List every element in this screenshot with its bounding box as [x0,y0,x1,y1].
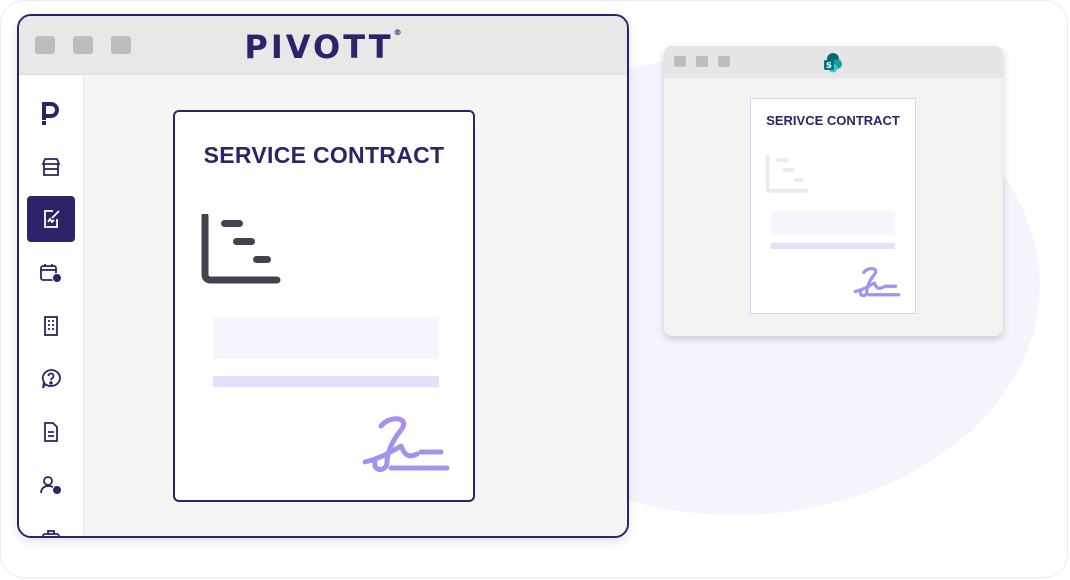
calendar-clock-icon [40,264,62,283]
title-bar: S [664,46,1003,78]
sidebar-item-contracts[interactable] [27,196,75,242]
window-control[interactable] [674,56,686,67]
gantt-chart-icon [765,155,809,193]
text-placeholder-line [771,243,895,249]
gantt-chart-icon [201,214,281,284]
pivott-logo-icon [42,102,59,125]
sharepoint-icon[interactable]: S [822,52,844,74]
sidebar-item-help[interactable] [27,356,75,402]
text-placeholder-line [213,376,439,387]
document-title: SERIVCE CONTRACT [766,113,900,128]
signature-icon [853,267,901,298]
contract-document[interactable]: SERVICE CONTRACT [173,110,475,502]
sidebar-item-documents[interactable] [27,409,75,455]
document-sign-icon [44,210,60,228]
window-control[interactable] [718,56,730,67]
contract-document-preview[interactable]: SERIVCE CONTRACT [750,98,916,314]
text-placeholder-block [771,211,895,235]
document-lines-icon [44,422,58,442]
sidebar-item-portfolio[interactable] [27,515,75,536]
sidebar-item-home[interactable] [27,91,75,137]
sidebar [19,75,84,536]
sidebar-item-calendar[interactable] [27,250,75,296]
help-bubble-icon [41,369,61,389]
document-title: SERVICE CONTRACT [203,142,445,168]
text-placeholder-block [213,317,439,359]
signature-icon [362,416,450,472]
user-clock-icon [40,476,62,495]
main-window: PIVOTT® SERVICE CONTRACT [17,14,629,538]
sidebar-item-store[interactable] [27,144,75,190]
window-control[interactable] [696,56,708,67]
briefcase-icon [42,530,60,536]
secondary-window: S SERIVCE CONTRACT [664,46,1003,336]
sidebar-item-buildings[interactable] [27,303,75,349]
storefront-icon [41,158,61,176]
sidebar-item-users[interactable] [27,462,75,508]
svg-text:S: S [826,61,832,70]
building-icon [44,316,58,336]
title-bar: PIVOTT® [19,16,627,75]
brand-logo: PIVOTT® [244,28,402,66]
